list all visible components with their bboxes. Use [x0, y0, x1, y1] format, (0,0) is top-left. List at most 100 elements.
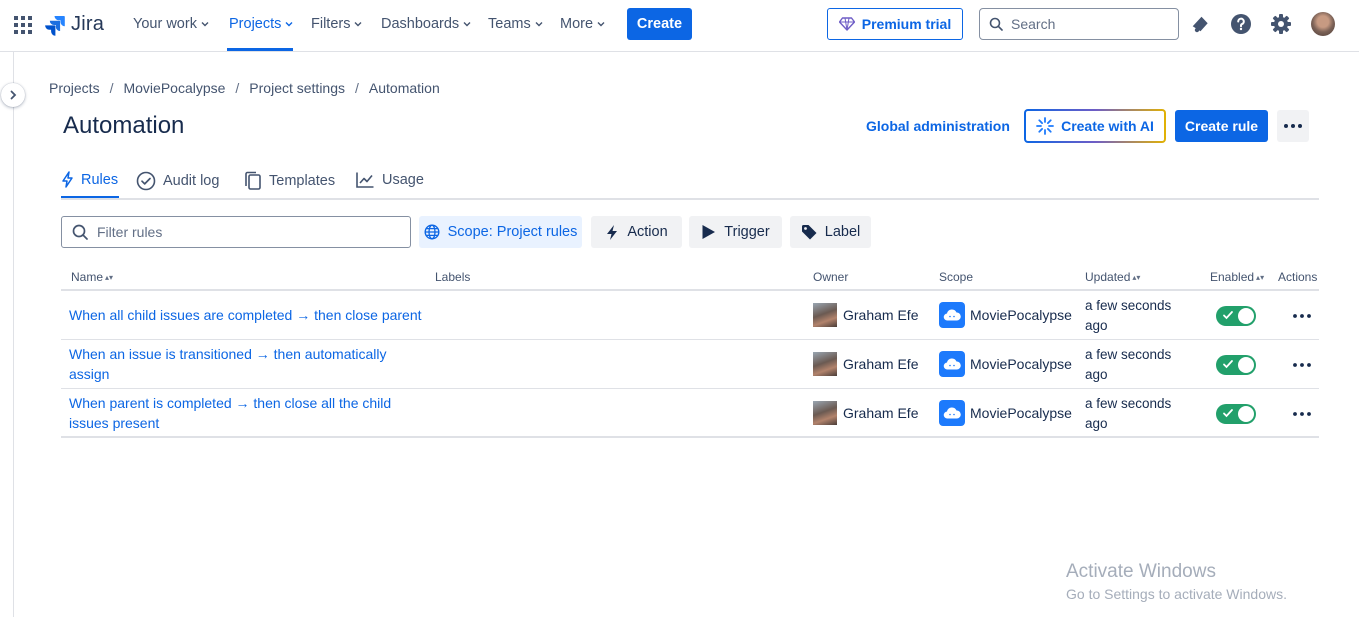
rule-name-link[interactable]: When an issue is transitioned → then aut…	[69, 344, 429, 384]
more-actions-button[interactable]	[1277, 110, 1309, 142]
more-icon	[1284, 124, 1302, 128]
row-actions-button[interactable]	[1289, 306, 1315, 326]
rule-owner: Graham Efe	[813, 401, 918, 425]
column-label: Scope	[939, 270, 974, 284]
lightning-icon	[62, 171, 73, 188]
column-header-enabled[interactable]: Enabled ▴▾	[1210, 270, 1264, 284]
create-rule-button[interactable]: Create rule	[1175, 110, 1268, 142]
action-filter-button[interactable]: Action	[591, 216, 682, 248]
search-icon	[72, 224, 88, 240]
scope-filter-button[interactable]: Scope: Project rules	[419, 216, 582, 248]
breadcrumb-separator: /	[355, 80, 359, 96]
rule-name-link[interactable]: When parent is completed → then close al…	[69, 393, 429, 433]
owner-avatar	[813, 352, 837, 376]
scope-filter-label: Scope: Project rules	[447, 224, 578, 240]
cloud-project-icon	[939, 400, 965, 426]
rule-scope: MoviePocalypse	[939, 400, 1072, 426]
activate-windows-subtitle: Go to Settings to activate Windows.	[1066, 586, 1287, 602]
trigger-filter-button[interactable]: Trigger	[689, 216, 782, 248]
chevron-down-icon	[535, 22, 543, 27]
column-label: Enabled	[1210, 270, 1255, 284]
expand-sidebar-button[interactable]	[1, 83, 25, 107]
rule-name-link[interactable]: When all child issues are completed → th…	[69, 305, 429, 325]
nav-filters[interactable]: Filters	[311, 16, 362, 32]
diamond-icon	[838, 17, 855, 31]
rule-updated: a few seconds ago	[1085, 396, 1172, 431]
tab-rules[interactable]: Rules	[61, 171, 118, 188]
column-header-updated[interactable]: Updated ▴▾	[1085, 270, 1140, 284]
more-icon	[1293, 314, 1311, 318]
column-label: Actions	[1278, 270, 1318, 284]
nav-dashboards[interactable]: Dashboards	[381, 16, 471, 32]
column-header-name[interactable]: Name ▴▾	[71, 270, 113, 284]
column-label: Owner	[813, 270, 849, 284]
cloud-project-icon	[939, 302, 965, 328]
owner-name: Graham Efe	[843, 405, 919, 421]
lightning-icon	[607, 224, 618, 240]
column-label: Name	[71, 270, 104, 284]
row-actions-button[interactable]	[1289, 355, 1315, 375]
rule-enabled-toggle[interactable]	[1216, 306, 1256, 326]
nav-more[interactable]: More	[560, 16, 605, 32]
chart-icon	[356, 172, 374, 188]
search-input[interactable]	[1011, 16, 1161, 32]
tab-audit-log[interactable]: Audit log	[136, 171, 219, 191]
ai-sparkle-icon	[1036, 117, 1054, 135]
notifications-icon[interactable]	[1190, 13, 1212, 35]
rule-owner: Graham Efe	[813, 352, 918, 376]
sort-icon: ▴▾	[1132, 272, 1141, 282]
rule-updated: a few seconds ago	[1085, 298, 1172, 333]
global-administration-link[interactable]: Global administration	[866, 118, 1010, 134]
column-label: Labels	[435, 270, 471, 284]
breadcrumb-separator: /	[235, 80, 240, 96]
page-title: Automation	[63, 112, 185, 139]
tab-templates[interactable]: Templates	[244, 171, 335, 191]
breadcrumb-projects[interactable]: Projects	[49, 80, 100, 96]
label-filter-button[interactable]: Label	[790, 216, 871, 248]
toggle-knob	[1238, 357, 1254, 373]
nav-label: Filters	[311, 16, 351, 32]
rules-table-header: Name ▴▾ Labels Owner Scope Updated ▴▾ Enab…	[61, 265, 1319, 291]
jira-logo[interactable]: Jira	[44, 13, 104, 36]
sidebar-divider	[13, 52, 14, 617]
chevron-down-icon	[354, 22, 362, 27]
play-icon	[702, 225, 716, 239]
rule-enabled-toggle[interactable]	[1216, 355, 1256, 375]
breadcrumb-automation[interactable]: Automation	[369, 80, 440, 96]
chevron-right-icon	[10, 90, 17, 100]
global-search[interactable]	[979, 8, 1179, 40]
cloud-project-icon	[939, 351, 965, 377]
profile-avatar[interactable]	[1311, 12, 1335, 36]
filter-rules-field[interactable]	[61, 216, 411, 248]
nav-teams[interactable]: Teams	[488, 16, 543, 32]
tab-usage[interactable]: Usage	[355, 171, 424, 189]
sort-icon: ▴▾	[105, 272, 114, 282]
owner-avatar	[813, 303, 837, 327]
premium-trial-button[interactable]: Premium trial	[827, 8, 963, 40]
nav-your-work[interactable]: Your work	[133, 16, 209, 32]
help-icon[interactable]	[1230, 13, 1252, 35]
app-switcher-icon[interactable]	[13, 15, 33, 35]
tab-label: Rules	[81, 171, 119, 188]
column-label: Updated	[1085, 270, 1131, 284]
label-filter-label: Label	[824, 224, 861, 240]
filter-rules-input[interactable]	[97, 224, 397, 240]
nav-label: More	[560, 16, 594, 32]
check-icon	[1223, 311, 1233, 320]
breadcrumb-project-settings[interactable]: Project settings	[249, 80, 345, 96]
more-icon	[1293, 412, 1311, 416]
check-circle-icon	[136, 171, 156, 191]
breadcrumb-project[interactable]: MoviePocalypse	[123, 80, 225, 96]
table-row: When an issue is transitioned → then aut…	[61, 340, 1319, 389]
nav-label: Your work	[133, 16, 197, 32]
nav-active-indicator	[227, 48, 293, 51]
toggle-knob	[1238, 406, 1254, 422]
tab-label: Usage	[382, 172, 424, 188]
settings-icon[interactable]	[1270, 13, 1292, 35]
rule-enabled-toggle[interactable]	[1216, 404, 1256, 424]
globe-icon	[424, 224, 440, 240]
row-actions-button[interactable]	[1289, 404, 1315, 424]
create-button[interactable]: Create	[627, 8, 692, 40]
nav-projects[interactable]: Projects	[229, 16, 293, 32]
create-with-ai-button[interactable]: Create with AI	[1024, 109, 1166, 143]
